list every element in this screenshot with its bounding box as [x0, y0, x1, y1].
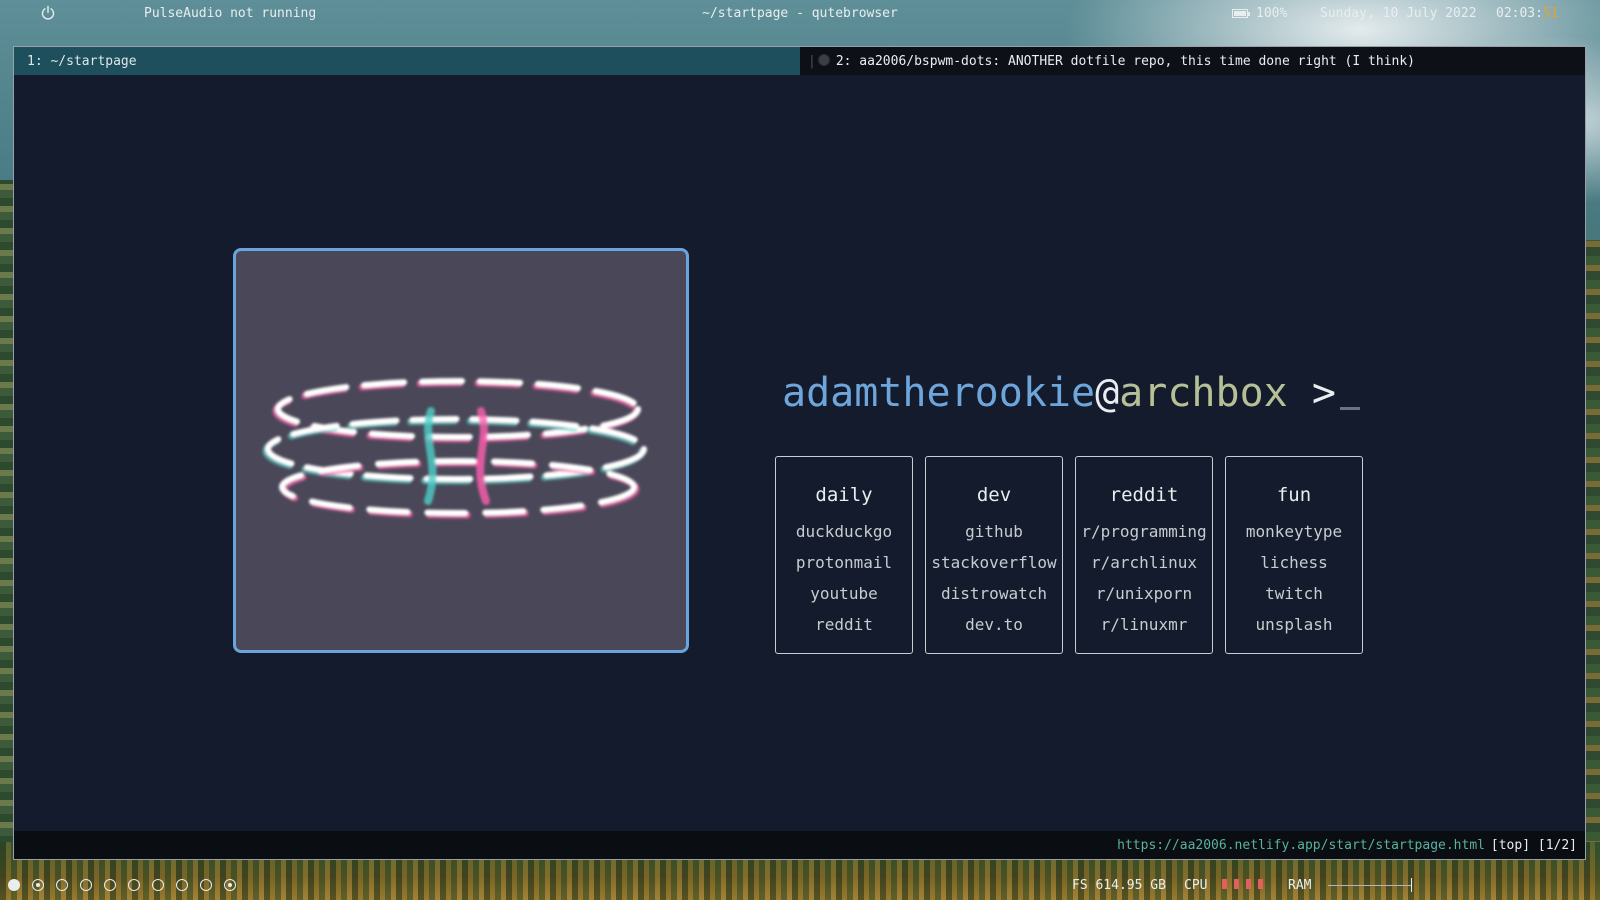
card-fun: fun monkeytype lichess twitch unsplash [1225, 456, 1363, 654]
link-protonmail[interactable]: protonmail [776, 547, 912, 578]
filesystem-usage: FS 614.95 GB [1072, 878, 1166, 893]
card-title: fun [1276, 484, 1312, 506]
ram-usage-track [1328, 885, 1412, 886]
link-stackoverflow[interactable]: stackoverflow [926, 547, 1062, 578]
card-title: reddit [1109, 484, 1179, 506]
tab-label: 1: ~/startpage [27, 54, 137, 69]
shell-prompt: adamtherookie@archbox > [782, 370, 1360, 416]
rings-artwork [262, 378, 647, 519]
workspace-3-indicator[interactable] [56, 879, 68, 891]
link-distrowatch[interactable]: distrowatch [926, 578, 1062, 609]
tab-bspwm-dots[interactable]: | 2: aa2006/bspwm-dots: ANOTHER dotfile r… [800, 47, 1585, 75]
battery-icon [1232, 9, 1250, 18]
link-r-programming[interactable]: r/programming [1076, 516, 1212, 547]
workspace-4-indicator[interactable] [80, 879, 92, 891]
link-unsplash[interactable]: unsplash [1226, 609, 1362, 640]
link-devto[interactable]: dev.to [926, 609, 1062, 640]
github-icon [817, 54, 830, 66]
link-youtube[interactable]: youtube [776, 578, 912, 609]
workspace-6-indicator[interactable] [128, 879, 140, 891]
top-panel: PulseAudio not running ~/startpage - qut… [0, 0, 1600, 28]
link-r-unixporn[interactable]: r/unixporn [1076, 578, 1212, 609]
card-title: dev [976, 484, 1012, 506]
clock-seconds: 51 [1542, 6, 1559, 21]
card-reddit: reddit r/programming r/archlinux r/unixp… [1075, 456, 1213, 654]
link-r-archlinux[interactable]: r/archlinux [1076, 547, 1212, 578]
workspace-7-indicator[interactable] [152, 879, 164, 891]
workspace-1-indicator[interactable] [8, 879, 20, 891]
scroll-position: [top] [1/2] [1490, 838, 1577, 853]
cpu-label: CPU [1184, 878, 1208, 893]
link-monkeytype[interactable]: monkeytype [1226, 516, 1362, 547]
link-github[interactable]: github [926, 516, 1062, 547]
browser-window: 1: ~/startpage | 2: aa2006/bspwm-dots: AN… [13, 46, 1586, 860]
link-twitch[interactable]: twitch [1226, 578, 1362, 609]
workspace-9-indicator[interactable] [200, 879, 212, 891]
ram-usage-marker [1411, 878, 1412, 892]
status-url: https://aa2006.netlify.app/start/startpa… [1117, 838, 1485, 853]
prompt-host: archbox [1119, 370, 1288, 416]
bottom-panel: FS 614.95 GB CPU RAM [0, 870, 1600, 900]
tab-separator: | [808, 54, 816, 69]
date-display: Sunday, 10 July 2022 [1320, 6, 1477, 21]
tab-startpage[interactable]: 1: ~/startpage [14, 47, 800, 75]
prompt-user: adamtherookie [782, 370, 1096, 416]
prompt-symbol: > [1311, 370, 1336, 416]
link-lichess[interactable]: lichess [1226, 547, 1362, 578]
wallpaper-forest-left [0, 180, 14, 880]
link-r-linuxmr[interactable]: r/linuxmr [1076, 609, 1212, 640]
clock: 02:03:51 [1496, 6, 1559, 21]
workspace-2-indicator[interactable] [32, 879, 44, 891]
card-dev: dev github stackoverflow distrowatch dev… [925, 456, 1063, 654]
status-bar: https://aa2006.netlify.app/start/startpa… [14, 831, 1585, 859]
clock-hours-minutes: 02:03: [1496, 6, 1543, 21]
cpu-usage-bars [1222, 878, 1270, 893]
tab-bar: 1: ~/startpage | 2: aa2006/bspwm-dots: AN… [14, 47, 1585, 75]
workspace-8-indicator[interactable] [176, 879, 188, 891]
prompt-at: @ [1095, 370, 1120, 416]
link-reddit[interactable]: reddit [776, 609, 912, 640]
ram-label: RAM [1288, 878, 1312, 893]
prompt-cursor [1339, 407, 1360, 410]
card-daily: daily duckduckgo protonmail youtube redd… [775, 456, 913, 654]
battery-percentage: 100% [1256, 6, 1288, 21]
startpage-image [233, 248, 689, 653]
workspace-5-indicator[interactable] [104, 879, 116, 891]
tab-label: 2: aa2006/bspwm-dots: ANOTHER dotfile re… [835, 54, 1416, 69]
workspace-10-indicator[interactable] [224, 879, 236, 891]
link-duckduckgo[interactable]: duckduckgo [776, 516, 912, 547]
bookmark-cards: daily duckduckgo protonmail youtube redd… [775, 456, 1375, 656]
wallpaper-forest-right [1586, 240, 1600, 880]
card-title: daily [815, 484, 873, 506]
